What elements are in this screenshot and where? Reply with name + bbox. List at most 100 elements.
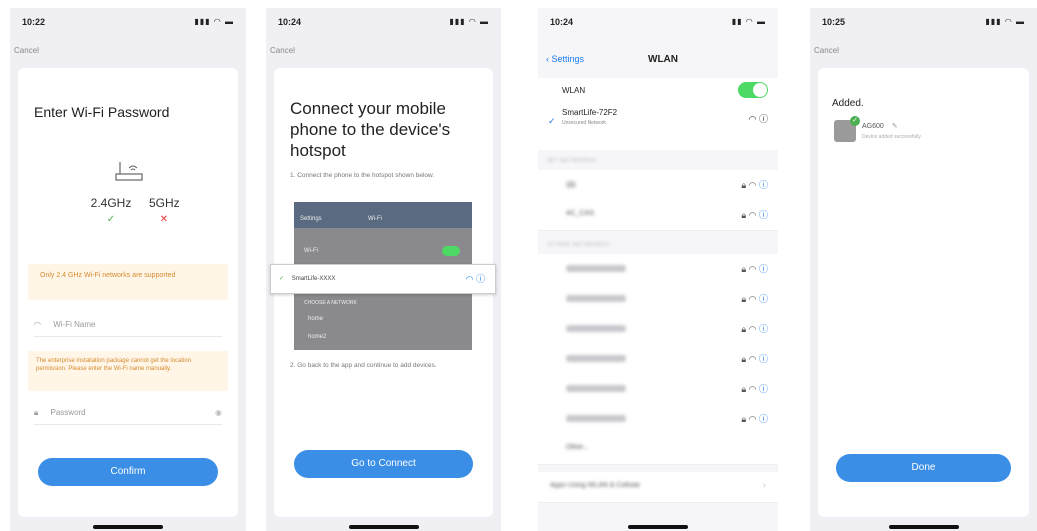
band-labels: 2.4GHz 5GHz [86, 196, 189, 210]
network-row[interactable]: 🔒︎ ◠ ⓘ [538, 170, 778, 201]
shot-choose-label: CHOOSE A NETWORK [304, 300, 357, 306]
network-icons[interactable]: 🔒︎ ◠ ⓘ [741, 352, 768, 365]
check-icon: ✓ [279, 276, 285, 282]
status-bar: 10:24 ▮▮ ◠ ▬ [538, 8, 778, 30]
network-name [566, 385, 626, 392]
nav-title: WLAN [648, 54, 678, 65]
step-1-text: 1. Connect the phone to the hotspot show… [290, 172, 435, 179]
status-bar: 10:22 ▮▮▮ ◠ ▬ [10, 8, 246, 30]
screen-connect-hotspot: 10:24 ▮▮▮ ◠ ▬ Cancel Connect your mobile… [266, 8, 501, 531]
wlan-toggle[interactable] [738, 82, 768, 98]
band-24-label: 2.4GHz [90, 196, 132, 210]
network-row[interactable]: 🔒︎ ◠ ⓘ [538, 344, 778, 375]
network-row[interactable]: 🔒︎ ◠ ⓘ [538, 254, 778, 285]
device-status: Device added successfully [862, 134, 921, 140]
wlan-group: WLAN ✓ SmartLife-72F2 Unsecured Network … [538, 78, 778, 150]
router-icon [115, 162, 143, 181]
home-indicator [628, 525, 688, 529]
network-icons[interactable]: 🔒︎ ◠ ⓘ [741, 208, 768, 221]
screen-ios-wlan: 10:24 ▮▮ ◠ ▬ ‹ Settings WLAN WLAN ✓ Smar… [538, 8, 778, 531]
network-icons[interactable]: 🔒︎ ◠ ⓘ [741, 262, 768, 275]
settings-back-button[interactable]: ‹ Settings [546, 54, 584, 64]
network-icons[interactable]: 🔒︎ ◠ ⓘ [741, 292, 768, 305]
band-marks: ✓ ✕ [86, 214, 189, 225]
network-name [566, 265, 626, 272]
shot-wlan-label: Wi-Fi [304, 248, 318, 254]
network-name [566, 181, 576, 188]
password-input[interactable]: Password [51, 408, 86, 417]
network-icons[interactable]: 🔒︎ ◠ ⓘ [741, 382, 768, 395]
apps-using-wlan-row[interactable]: Apps Using WLAN & Cellular › [538, 472, 778, 503]
wifi-info-icon[interactable]: ◠ ⓘ [749, 112, 768, 125]
shot-hotspot-name: SmartLife-XXXX [291, 276, 336, 282]
network-icons[interactable]: 🔒︎ ◠ ⓘ [741, 322, 768, 335]
screen-wifi-password: 10:22 ▮▮▮ ◠ ▬ Cancel Enter Wi-Fi Passwor… [10, 8, 246, 531]
connected-sub: Unsecured Network [562, 120, 606, 126]
network-name: AC_CAS [566, 210, 595, 217]
shot-navbar: Settings Wi-Fi [294, 202, 472, 228]
section-my-networks: MY NETWORKS [548, 158, 597, 164]
network-icons[interactable]: 🔒︎ ◠ ⓘ [741, 178, 768, 191]
section-other-networks: OTHER NETWORKS [548, 242, 610, 248]
warning-permission: The enterprise installation package cann… [28, 351, 228, 391]
check-icon: ✓ [106, 214, 116, 225]
home-indicator [348, 525, 419, 529]
wifi-name-row[interactable]: ◠ Wi-Fi Name [34, 314, 222, 337]
network-row[interactable]: 🔒︎ ◠ ⓘ [538, 284, 778, 315]
warning-24ghz: Only 2.4 GHz Wi-Fi networks are supporte… [28, 264, 228, 300]
band-5-label: 5GHz [149, 196, 180, 210]
status-time: 10:22 [22, 17, 46, 27]
signal-icon: ▮▮▮ ◠ ▬ [449, 17, 489, 26]
network-row[interactable]: 🔒︎ ◠ ⓘ [538, 314, 778, 345]
network-name [566, 355, 626, 362]
wifi-icon: ◠ [34, 320, 41, 329]
cross-icon: ✕ [159, 214, 168, 225]
shot-hotspot-row: ✓ SmartLife-XXXX ◠ ⓘ [270, 264, 496, 294]
shot-back: Settings [300, 216, 322, 222]
check-icon: ✓ [850, 116, 860, 126]
lock-icon: 🔒︎ [34, 408, 39, 417]
device-name-row[interactable]: AG600 ✎ [862, 122, 898, 130]
network-row[interactable]: AC_CAS 🔒︎ ◠ ⓘ [538, 200, 778, 231]
signal-icon: ▮▮▮ ◠ ▬ [985, 17, 1025, 26]
step-2-text: 2. Go back to the app and continue to ad… [290, 362, 437, 369]
info-icon: ◠ ⓘ [465, 274, 485, 284]
connected-ssid: SmartLife-72F2 [562, 108, 618, 117]
shot-title: Wi-Fi [368, 216, 382, 222]
device-icon: ✓ [834, 116, 860, 142]
other-label: Other... [566, 444, 589, 451]
network-row[interactable]: 🔒︎ ◠ ⓘ [538, 404, 778, 435]
network-name [566, 295, 626, 302]
status-time: 10:25 [822, 17, 846, 27]
screen-added: 10:25 ▮▮▮ ◠ ▬ Cancel Added. ✓ AG600 ✎ De… [810, 8, 1037, 531]
home-indicator [93, 525, 163, 529]
page-title: Enter Wi-Fi Password [34, 104, 170, 120]
card: Connect your mobile phone to the device'… [270, 68, 496, 517]
cancel-button[interactable]: Cancel [14, 46, 39, 55]
cancel-button[interactable]: Cancel [814, 46, 839, 55]
device-name: AG600 [862, 123, 884, 130]
card: Added. ✓ AG600 ✎ Device added successful… [818, 68, 1029, 517]
status-time: 10:24 [550, 17, 574, 27]
go-to-connect-button[interactable]: Go to Connect [294, 450, 473, 478]
done-button[interactable]: Done [836, 454, 1011, 482]
confirm-button[interactable]: Confirm [38, 458, 218, 486]
eye-icon[interactable]: ◉ [215, 402, 222, 424]
password-row[interactable]: 🔒︎ Password ◉ [34, 402, 222, 425]
check-icon: ✓ [548, 116, 556, 126]
status-bar: 10:24 ▮▮▮ ◠ ▬ [266, 8, 501, 30]
edit-icon[interactable]: ✎ [892, 123, 898, 130]
shot-toggle [442, 246, 460, 256]
other-network-row[interactable]: Other... [538, 434, 778, 465]
added-title: Added. [832, 98, 864, 109]
shot-network-1: home [308, 316, 324, 322]
card: Enter Wi-Fi Password 2.4GHz 5GHz ✓ ✕ Onl… [18, 68, 238, 517]
status-bar: 10:25 ▮▮▮ ◠ ▬ [810, 8, 1037, 30]
chevron-right-icon: › [762, 480, 766, 491]
network-row[interactable]: 🔒︎ ◠ ⓘ [538, 374, 778, 405]
wifi-name-input[interactable]: Wi-Fi Name [53, 320, 95, 329]
network-name [566, 415, 626, 422]
shot-network-2: home2 [308, 334, 327, 340]
cancel-button[interactable]: Cancel [270, 46, 295, 55]
network-icons[interactable]: 🔒︎ ◠ ⓘ [741, 412, 768, 425]
